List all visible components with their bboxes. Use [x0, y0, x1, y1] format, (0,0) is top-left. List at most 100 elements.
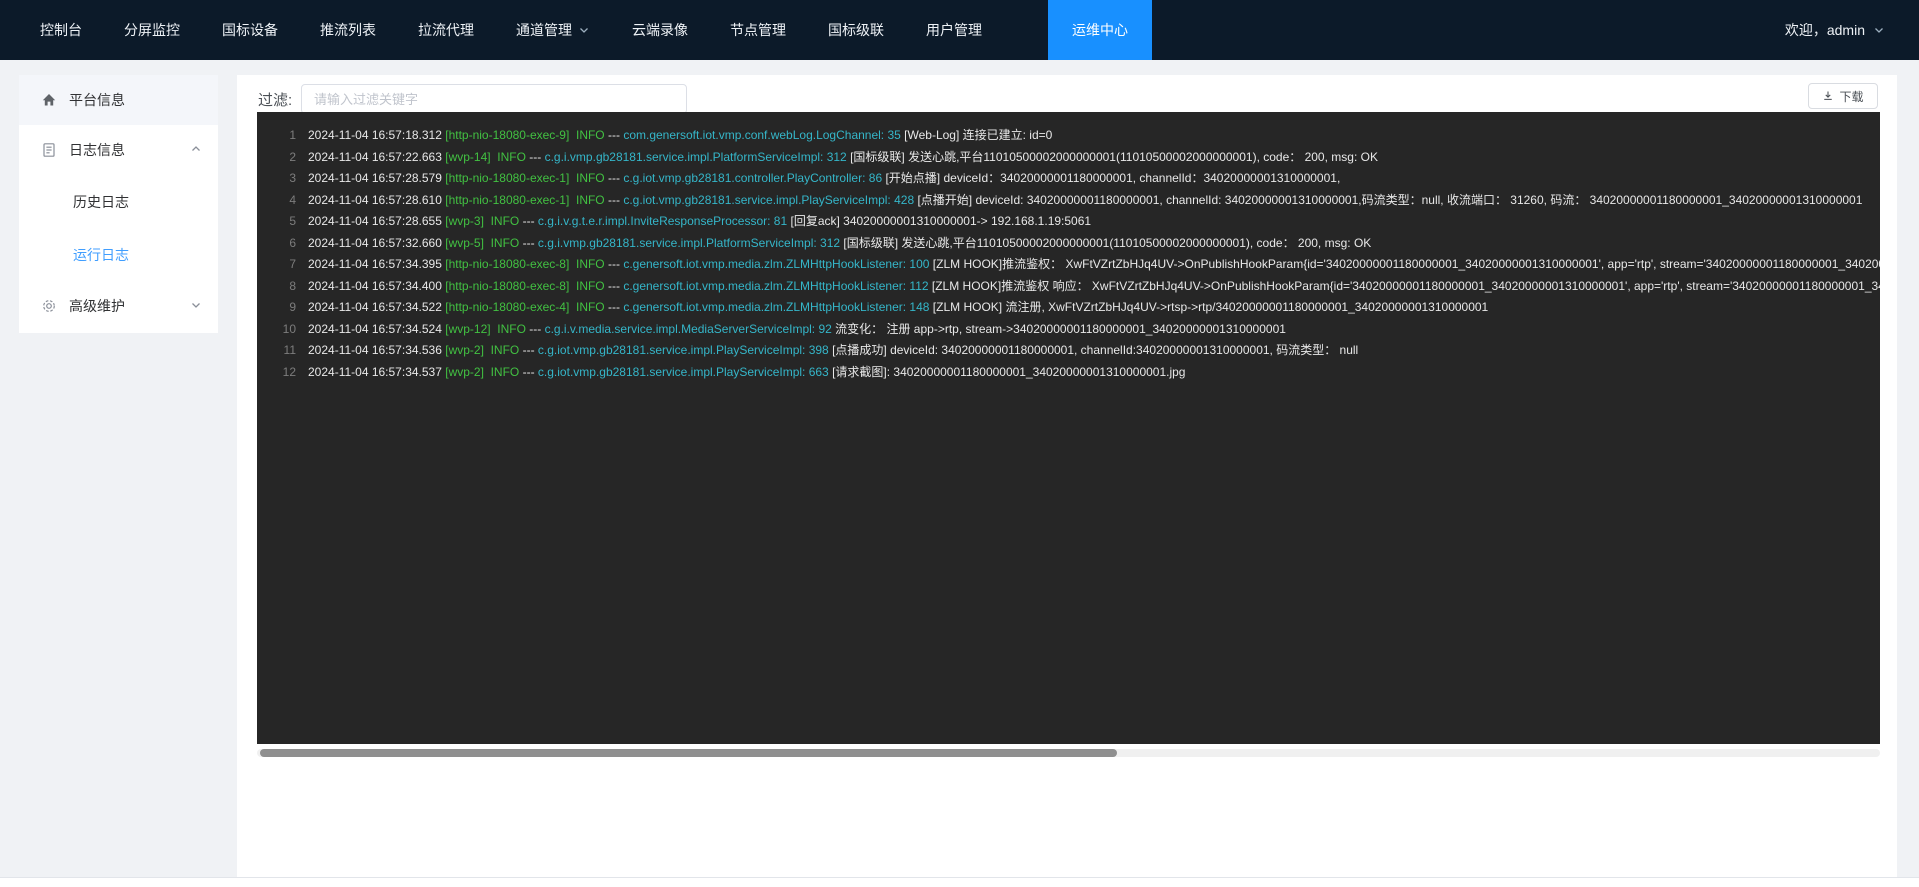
log-timestamp: 2024-11-04 16:57:18.312 — [308, 125, 445, 147]
horizontal-scrollbar-track[interactable] — [257, 749, 1880, 757]
log-message: 流变化： 注册 app->rtp, stream->34020000001180… — [835, 319, 1286, 341]
log-level: INFO — [569, 190, 608, 212]
log-thread: [http-nio-18080-exec-8] — [445, 276, 569, 298]
log-separator: --- — [523, 362, 538, 384]
log-line: 12024-11-04 16:57:18.312 [http-nio-18080… — [257, 125, 1880, 147]
nav-item-label: 推流列表 — [320, 20, 376, 40]
log-separator: --- — [529, 319, 544, 341]
log-level: INFO — [484, 233, 523, 255]
sidebar-item[interactable]: 日志信息 — [19, 125, 218, 175]
filter-label: 过滤: — [258, 89, 292, 110]
log-timestamp: 2024-11-04 16:57:28.579 — [308, 168, 445, 190]
nav-item[interactable]: 通道管理 — [516, 0, 590, 60]
nav-item[interactable]: 控制台 — [40, 0, 82, 60]
nav-item[interactable]: 国标级联 — [828, 0, 884, 60]
log-message: [ZLM HOOK]推流鉴权 响应： XwFtVZrtZbHJq4UV->OnP… — [932, 276, 1880, 298]
download-button-label: 下载 — [1839, 88, 1863, 105]
log-timestamp: 2024-11-04 16:57:32.660 — [308, 233, 445, 255]
log-console[interactable]: 12024-11-04 16:57:18.312 [http-nio-18080… — [257, 112, 1880, 744]
log-level: INFO — [569, 276, 608, 298]
log-line: 42024-11-04 16:57:28.610 [http-nio-18080… — [257, 190, 1880, 212]
log-line-number: 11 — [257, 340, 308, 362]
log-level: INFO — [569, 254, 608, 276]
log-separator: --- — [529, 147, 544, 169]
nav-item-label: 云端录像 — [632, 20, 688, 40]
log-logger: c.genersoft.iot.vmp.media.zlm.ZLMHttpHoo… — [623, 297, 932, 319]
log-logger: c.g.i.vmp.gb28181.service.impl.PlatformS… — [538, 233, 843, 255]
nav-item[interactable]: 拉流代理 — [418, 0, 474, 60]
nav-item[interactable]: 推流列表 — [320, 0, 376, 60]
log-line: 62024-11-04 16:57:32.660 [wvp-5] INFO --… — [257, 233, 1880, 255]
log-timestamp: 2024-11-04 16:57:28.655 — [308, 211, 445, 233]
chevron-down-icon — [578, 24, 590, 36]
log-separator: --- — [608, 168, 623, 190]
log-thread: [http-nio-18080-exec-9] — [445, 125, 569, 147]
log-thread: [wvp-14] — [445, 147, 490, 169]
log-line-number: 4 — [257, 190, 308, 212]
log-level: INFO — [484, 362, 523, 384]
nav-item[interactable]: 分屏监控 — [124, 0, 180, 60]
main-panel: 过滤: 下载 12024-11-04 16:57:18.312 [http-ni… — [237, 75, 1897, 877]
log-level: INFO — [491, 319, 530, 341]
nav-item[interactable]: 节点管理 — [730, 0, 786, 60]
log-message: [国标级联] 发送心跳,平台11010500002000000001(11010… — [850, 147, 1378, 169]
nav-item-label: 通道管理 — [516, 20, 572, 40]
log-line-number: 12 — [257, 362, 308, 384]
nav-item-label: 节点管理 — [730, 20, 786, 40]
log-line: 22024-11-04 16:57:22.663 [wvp-14] INFO -… — [257, 147, 1880, 169]
chevron-up-icon — [190, 142, 202, 158]
log-separator: --- — [608, 276, 623, 298]
sidebar-item-label: 日志信息 — [69, 140, 178, 160]
log-line: 112024-11-04 16:57:34.536 [wvp-2] INFO -… — [257, 340, 1880, 362]
log-logger: c.g.iot.vmp.gb28181.service.impl.PlaySer… — [538, 340, 832, 362]
log-logger: com.genersoft.iot.vmp.conf.webLog.LogCha… — [623, 125, 904, 147]
sidebar-subitem[interactable]: 运行日志 — [19, 228, 218, 281]
nav-item[interactable]: 用户管理 — [926, 0, 982, 60]
log-separator: --- — [608, 125, 623, 147]
log-level: INFO — [569, 125, 608, 147]
download-icon — [1822, 90, 1834, 102]
horizontal-scrollbar-thumb[interactable] — [260, 749, 1117, 757]
sidebar-subitem[interactable]: 历史日志 — [19, 175, 218, 228]
nav-item[interactable]: 国标设备 — [222, 0, 278, 60]
log-timestamp: 2024-11-04 16:57:34.524 — [308, 319, 445, 341]
log-line: 102024-11-04 16:57:34.524 [wvp-12] INFO … — [257, 319, 1880, 341]
log-line: 92024-11-04 16:57:34.522 [http-nio-18080… — [257, 297, 1880, 319]
nav-item-label: 国标级联 — [828, 20, 884, 40]
sidebar-item[interactable]: 平台信息 — [19, 75, 218, 125]
log-message: [回复ack] 34020000001310000001-> 192.168.1… — [790, 211, 1091, 233]
top-navigation-bar: 控制台分屏监控 国标设备 推流列表 拉流代理 通道管理 云端录像 节点管理 国标级联 用户管理 运… — [0, 0, 1919, 60]
user-menu[interactable]: 欢迎，admin — [1785, 0, 1885, 60]
log-thread: [http-nio-18080-exec-4] — [445, 297, 569, 319]
log-logger: c.g.iot.vmp.gb28181.service.impl.PlaySer… — [623, 190, 917, 212]
log-line-number: 10 — [257, 319, 308, 341]
log-separator: --- — [608, 297, 623, 319]
nav-tab-active[interactable]: 运维中心 — [1048, 0, 1152, 60]
log-line-number: 2 — [257, 147, 308, 169]
log-line-number: 1 — [257, 125, 308, 147]
nav-items: 控制台分屏监控 国标设备 推流列表 拉流代理 通道管理 云端录像 节点管理 国标级联 用户管理 运… — [0, 0, 1152, 60]
download-button[interactable]: 下载 — [1808, 83, 1878, 109]
log-line-number: 9 — [257, 297, 308, 319]
nav-item-label: 国标设备 — [222, 20, 278, 40]
filter-input[interactable] — [301, 84, 687, 114]
sidebar-item-label: 平台信息 — [69, 90, 202, 110]
log-logger: c.genersoft.iot.vmp.media.zlm.ZLMHttpHoo… — [623, 276, 932, 298]
log-level: INFO — [484, 340, 523, 362]
sidebar-item[interactable]: 高级维护 — [19, 281, 218, 331]
sidebar: 平台信息日志信息历史日志运行日志高级维护 — [19, 75, 218, 333]
log-message: [点播开始] deviceId: 34020000001180000001, c… — [917, 190, 1862, 212]
welcome-label: 欢迎，admin — [1785, 20, 1865, 40]
log-message: [开始点播] deviceId：34020000001180000001, ch… — [885, 168, 1340, 190]
log-level: INFO — [569, 297, 608, 319]
nav-item[interactable]: 云端录像 — [632, 0, 688, 60]
log-thread: [wvp-2] — [445, 362, 484, 384]
log-level: INFO — [569, 168, 608, 190]
log-logger: c.genersoft.iot.vmp.media.zlm.ZLMHttpHoo… — [623, 254, 932, 276]
log-level: INFO — [484, 211, 523, 233]
log-line: 32024-11-04 16:57:28.579 [http-nio-18080… — [257, 168, 1880, 190]
log-logger: c.g.iot.vmp.gb28181.controller.PlayContr… — [623, 168, 885, 190]
log-separator: --- — [523, 340, 538, 362]
log-separator: --- — [608, 190, 623, 212]
log-timestamp: 2024-11-04 16:57:28.610 — [308, 190, 445, 212]
